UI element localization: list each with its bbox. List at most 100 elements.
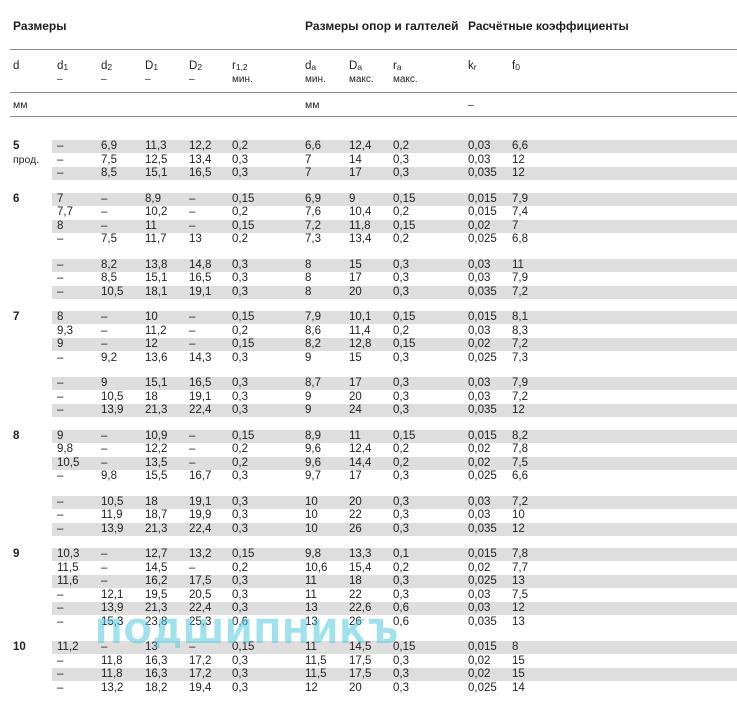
table-cell: 15,1 xyxy=(145,167,168,179)
column-subscript: 2 xyxy=(197,62,203,72)
table-cell: 21,3 xyxy=(145,404,168,416)
table-cell: 9 xyxy=(305,390,312,403)
table-cell: 22 xyxy=(349,588,362,601)
table-cell: 12,5 xyxy=(145,153,168,166)
table-cell: 9,8 xyxy=(101,470,117,482)
table-cell: 0,015 xyxy=(468,206,497,218)
table-cell: 16,7 xyxy=(189,470,212,482)
column-subscript: a xyxy=(357,62,363,72)
table-cell: 13,2 xyxy=(189,548,212,560)
table-cell: 7 xyxy=(512,219,519,232)
table-cell: 10,2 xyxy=(145,206,168,218)
table-cell: 18 xyxy=(145,390,158,403)
column-qualifier: – xyxy=(189,74,195,85)
table-cell: 0,3 xyxy=(232,258,248,271)
table-cell: 17 xyxy=(349,167,362,179)
table-cell: – xyxy=(57,140,64,152)
unit-rule xyxy=(10,116,737,117)
table-cell: 9 xyxy=(349,192,356,205)
table-cell: – xyxy=(57,390,64,403)
table-cell: 7,2 xyxy=(512,390,528,403)
table-cell: 11,9 xyxy=(101,509,123,521)
table-cell: – xyxy=(101,548,108,560)
table-cell: – xyxy=(101,206,108,218)
table-cell: 11 xyxy=(512,258,524,271)
table-cell: 0,15 xyxy=(393,219,416,232)
table-cell: 9,7 xyxy=(305,470,321,482)
table-cell: 0,03 xyxy=(468,588,491,601)
table-cell: – xyxy=(189,324,196,337)
table-cell: 0,3 xyxy=(393,258,409,271)
table-cell: 0,15 xyxy=(393,338,416,350)
table-cell: 0,15 xyxy=(232,192,255,205)
table-cell: 0,6 xyxy=(393,615,409,628)
table-cell: 0,3 xyxy=(232,272,248,284)
table-cell: 0,2 xyxy=(232,561,248,574)
column-header: kr xyxy=(468,60,477,74)
table-cell: 0,3 xyxy=(232,351,248,364)
table-cell: 12,4 xyxy=(349,140,372,152)
table-cell: 0,3 xyxy=(232,668,248,680)
column-qualifier: – xyxy=(57,74,63,85)
column-symbol: d xyxy=(13,60,20,72)
table-cell: 7,5 xyxy=(512,456,528,469)
table-cell: – xyxy=(57,272,64,284)
table-cell: 25,3 xyxy=(189,615,212,628)
table-cell: 15 xyxy=(349,351,362,364)
table-cell: – xyxy=(189,192,196,205)
table-cell: 10,5 xyxy=(101,285,124,298)
table-cell: 9,2 xyxy=(101,351,117,364)
table-cell: 22,4 xyxy=(189,404,212,416)
table-cell: 7,8 xyxy=(512,548,528,560)
table-cell: 0,2 xyxy=(232,324,248,337)
table-cell: 12 xyxy=(512,602,525,614)
table-cell: 11,8 xyxy=(349,219,371,232)
column-header: d2– xyxy=(101,60,112,86)
table-cell: 13 xyxy=(512,615,525,628)
column-qualifier: мин. xyxy=(305,74,326,85)
table-cell: – xyxy=(101,324,108,337)
table-cell: – xyxy=(101,575,108,587)
table-cell: 14,5 xyxy=(145,561,168,574)
table-cell: 11,7 xyxy=(145,233,167,245)
table-cell: 0,3 xyxy=(232,522,248,535)
table-cell: – xyxy=(189,219,196,232)
table-cell: – xyxy=(57,351,64,364)
table-cell: 0,3 xyxy=(393,495,409,508)
column-qualifier: – xyxy=(145,74,151,85)
table-cell: 0,15 xyxy=(393,311,416,323)
table-cell: 0,03 xyxy=(468,272,491,284)
table-cell: 0,2 xyxy=(232,456,248,469)
table-cell: 0,3 xyxy=(232,575,248,587)
table-cell: 10 xyxy=(512,509,525,521)
table-cell: 0,3 xyxy=(232,153,248,166)
table-cell: 19,1 xyxy=(189,390,212,403)
table-cell: – xyxy=(57,509,64,521)
table-cell: 13 xyxy=(145,641,158,653)
table-cell: 0,15 xyxy=(393,192,416,205)
table-cell: 14,8 xyxy=(189,258,212,271)
table-cell: 13,8 xyxy=(145,258,168,271)
table-cell: 0,025 xyxy=(468,575,497,587)
table-cell: 7 xyxy=(305,153,312,166)
table-cell: 17 xyxy=(349,272,362,284)
bearing-dimensions-table: Размеры Размеры опор и галтелей Расчётны… xyxy=(0,0,737,719)
column-header: Da макс. xyxy=(349,60,374,86)
table-cell: – xyxy=(101,192,108,205)
table-cell: 9,6 xyxy=(305,443,321,455)
column-subscript: 2 xyxy=(107,62,113,72)
table-cell: 13,2 xyxy=(101,681,124,694)
table-cell: 10,9 xyxy=(145,429,168,442)
table-cell: – xyxy=(57,285,64,298)
table-cell: 0,3 xyxy=(393,588,409,601)
table-cell: 15 xyxy=(512,654,525,667)
group-continued-note: прод. xyxy=(13,153,40,166)
table-cell: 0,3 xyxy=(232,654,248,667)
table-cell: 22,4 xyxy=(189,522,212,535)
table-cell: – xyxy=(101,561,108,574)
table-cell: 14 xyxy=(512,681,525,694)
table-cell: 0,3 xyxy=(232,285,248,298)
unit-coefficients: – xyxy=(468,99,474,111)
unit-abutment: мм xyxy=(305,99,320,111)
table-cell: 9 xyxy=(305,351,312,364)
